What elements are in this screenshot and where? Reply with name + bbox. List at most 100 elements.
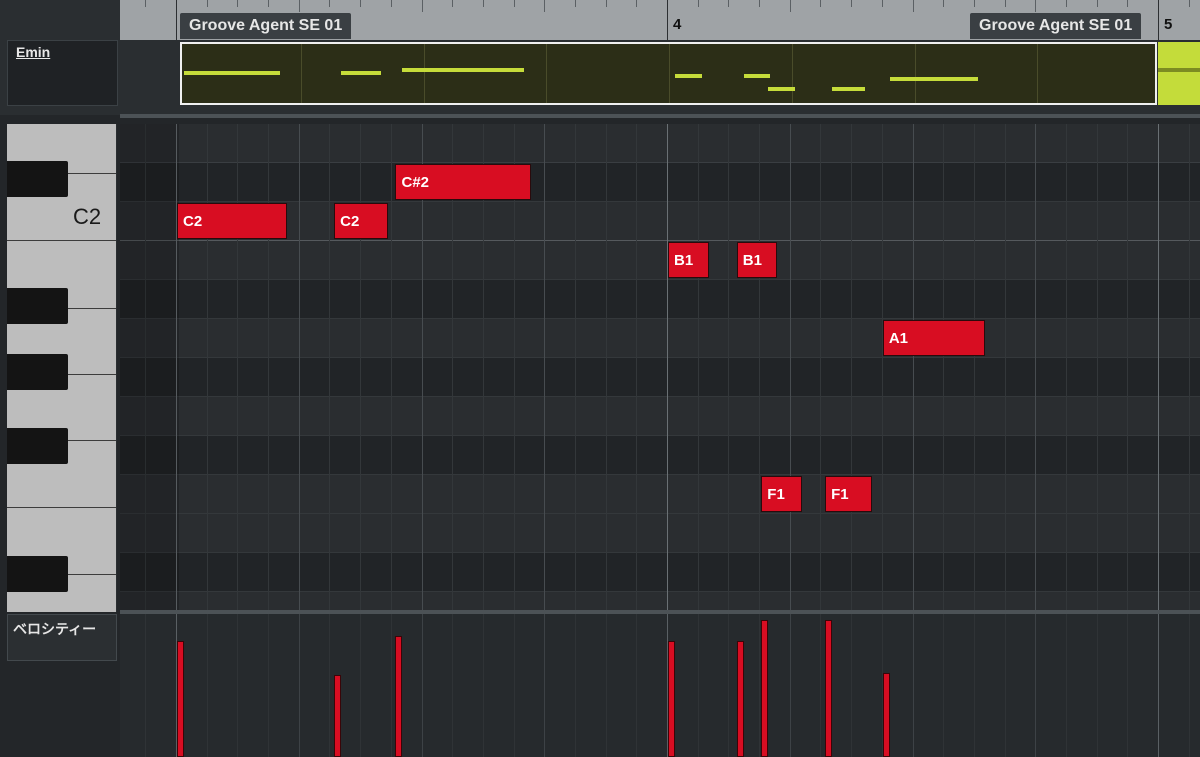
bar-number-4: 4 xyxy=(673,16,682,33)
velocity-grid-line xyxy=(237,614,239,757)
velocity-grid-line xyxy=(851,614,853,757)
midi-note[interactable]: C2 xyxy=(334,203,389,239)
bar-number-5: 5 xyxy=(1164,16,1173,33)
velocity-grid-line xyxy=(1158,614,1159,757)
sub-beat-line xyxy=(329,124,331,612)
velocity-grid-line xyxy=(1127,614,1129,757)
ruler-tick xyxy=(667,0,668,40)
ruler-tick xyxy=(268,0,270,7)
ruler-tick xyxy=(237,0,239,7)
sub-beat-line xyxy=(605,124,607,612)
black-key[interactable] xyxy=(7,288,68,324)
octave-label: C2 xyxy=(73,204,102,229)
chord-track-cell[interactable]: Emin xyxy=(7,40,118,106)
pitch-row-line xyxy=(120,474,1200,475)
sub-beat-line xyxy=(820,124,822,612)
velocity-grid-line xyxy=(145,614,147,757)
pitch-row-black xyxy=(120,358,1200,397)
midi-part[interactable] xyxy=(180,42,1157,105)
velocity-bar[interactable] xyxy=(882,673,890,757)
velocity-grid-line xyxy=(912,614,914,757)
velocity-grid-line xyxy=(1004,614,1006,757)
black-key[interactable] xyxy=(7,556,68,592)
black-key[interactable] xyxy=(7,354,68,390)
black-key[interactable] xyxy=(7,161,68,197)
sub-beat-line xyxy=(851,124,853,612)
velocity-bar[interactable] xyxy=(761,620,769,757)
sub-beat-line xyxy=(1065,124,1067,612)
velocity-grid-line xyxy=(1096,614,1098,757)
ruler-tick xyxy=(1127,0,1129,7)
ruler-tick xyxy=(482,0,484,7)
velocity-bar[interactable] xyxy=(668,640,675,757)
timeline-ruler[interactable]: 4 5 Groove Agent SE 01 Groove Agent SE 0… xyxy=(120,0,1200,40)
ruler-tick xyxy=(513,0,515,7)
velocity-grid-line xyxy=(697,614,699,757)
sub-beat-line xyxy=(973,124,975,612)
next-midi-part[interactable] xyxy=(1158,42,1200,105)
ruler-tick xyxy=(206,0,208,7)
velocity-grid-line xyxy=(605,614,607,757)
midi-note[interactable]: B1 xyxy=(736,242,778,278)
sub-beat-line xyxy=(697,124,699,612)
part-mini-note xyxy=(832,87,865,91)
ruler-tick xyxy=(973,0,975,7)
sub-beat-line xyxy=(943,124,945,612)
ruler-tick xyxy=(1096,0,1098,7)
pitch-row-line xyxy=(120,513,1200,514)
ruler-tick xyxy=(943,0,945,7)
velocity-grid-line xyxy=(513,614,515,757)
velocity-grid-line xyxy=(1065,614,1067,757)
chord-label[interactable]: Emin xyxy=(16,44,50,60)
velocity-grid-line xyxy=(268,614,270,757)
midi-note[interactable]: B1 xyxy=(668,242,709,278)
midi-note[interactable]: F1 xyxy=(761,476,802,512)
velocity-bar[interactable] xyxy=(177,640,184,757)
note-label: C#2 xyxy=(401,174,430,191)
velocity-bar[interactable] xyxy=(825,620,833,757)
part-name-tab-end[interactable]: Groove Agent SE 01 xyxy=(970,13,1142,39)
ruler-tick xyxy=(1188,0,1190,7)
midi-note[interactable]: A1 xyxy=(882,320,985,356)
part-beat-line xyxy=(423,44,425,103)
note-label: A1 xyxy=(888,330,908,347)
ruler-tick xyxy=(390,0,392,7)
ruler-tick xyxy=(574,0,576,7)
sub-beat-line xyxy=(390,124,392,612)
velocity-bar[interactable] xyxy=(395,636,403,757)
ruler-tick xyxy=(1158,0,1159,40)
velocity-bar[interactable] xyxy=(334,674,342,757)
pre-part-area xyxy=(120,124,179,612)
midi-note[interactable]: C#2 xyxy=(395,164,531,200)
piano-keyboard[interactable]: C2 xyxy=(7,124,117,612)
strip-divider[interactable] xyxy=(120,114,1200,118)
velocity-lane[interactable] xyxy=(120,614,1200,757)
velocity-lane-header[interactable]: ベロシティー xyxy=(7,614,117,661)
midi-note[interactable]: C2 xyxy=(177,203,288,239)
ruler-tick xyxy=(789,0,791,12)
velocity-lane-label: ベロシティー xyxy=(13,621,97,637)
velocity-grid-line xyxy=(1035,614,1037,757)
white-key-border xyxy=(7,507,116,508)
sub-beat-line xyxy=(881,124,883,612)
note-grid[interactable]: C2 C2 C#2 B1 B1 F1 F1 A1 xyxy=(120,124,1200,612)
velocity-bar[interactable] xyxy=(736,640,744,757)
ruler-tick xyxy=(421,0,423,12)
velocity-grid-line xyxy=(789,614,791,757)
part-mini-note xyxy=(402,68,524,72)
velocity-grid-line xyxy=(973,614,975,757)
velocity-grid-line xyxy=(1188,614,1190,757)
part-beat-line xyxy=(914,44,916,103)
part-beat-line xyxy=(546,44,548,103)
velocity-grid-line xyxy=(482,614,484,757)
beat-line xyxy=(789,124,791,612)
part-name-tab[interactable]: Groove Agent SE 01 xyxy=(180,13,352,39)
sub-beat-line xyxy=(636,124,638,612)
sub-beat-line xyxy=(1127,124,1129,612)
black-key[interactable] xyxy=(7,428,68,464)
pitch-row-black xyxy=(120,436,1200,475)
midi-note[interactable]: F1 xyxy=(825,476,872,512)
ruler-tick xyxy=(544,0,546,12)
sub-beat-line xyxy=(728,124,730,612)
ruler-tick xyxy=(1065,0,1067,7)
